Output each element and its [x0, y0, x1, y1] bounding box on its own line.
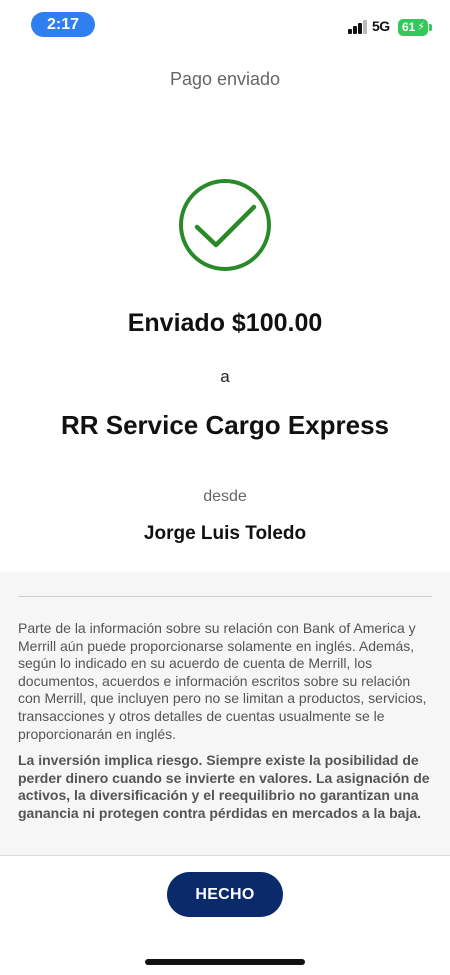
check-circle-icon	[179, 179, 271, 271]
investment-risk-disclosure: La inversión implica riesgo. Siempre exi…	[18, 752, 430, 821]
status-time[interactable]: 2:17	[31, 12, 95, 37]
to-label: a	[220, 367, 230, 386]
battery-cap	[429, 24, 432, 31]
done-button[interactable]: HECHO	[167, 872, 283, 917]
charging-icon: ⚡	[417, 21, 425, 33]
from-label: desde	[203, 488, 247, 505]
home-indicator[interactable]	[145, 959, 305, 965]
divider	[18, 596, 432, 597]
page-title: Pago enviado	[169, 69, 281, 89]
status-bar: 2:17 5G 61 ⚡	[0, 0, 450, 46]
language-disclosure: Parte de la información sobre su relació…	[18, 620, 427, 742]
battery-icon: 61 ⚡	[398, 19, 428, 36]
payment-sent-screen: 2:17 5G 61 ⚡ Pago enviado Enviado $100.0…	[0, 0, 450, 975]
sent-amount: Enviado $100.00	[127, 309, 323, 337]
recipient-name: RR Service Cargo Express	[60, 410, 390, 440]
battery-level: 61	[402, 20, 416, 34]
sender-name: Jorge Luis Toledo	[143, 523, 307, 544]
signal-icon	[348, 20, 368, 34]
divider	[0, 855, 450, 856]
network-type: 5G	[372, 18, 390, 34]
disclosure-panel: Parte de la información sobre su relació…	[0, 572, 450, 855]
